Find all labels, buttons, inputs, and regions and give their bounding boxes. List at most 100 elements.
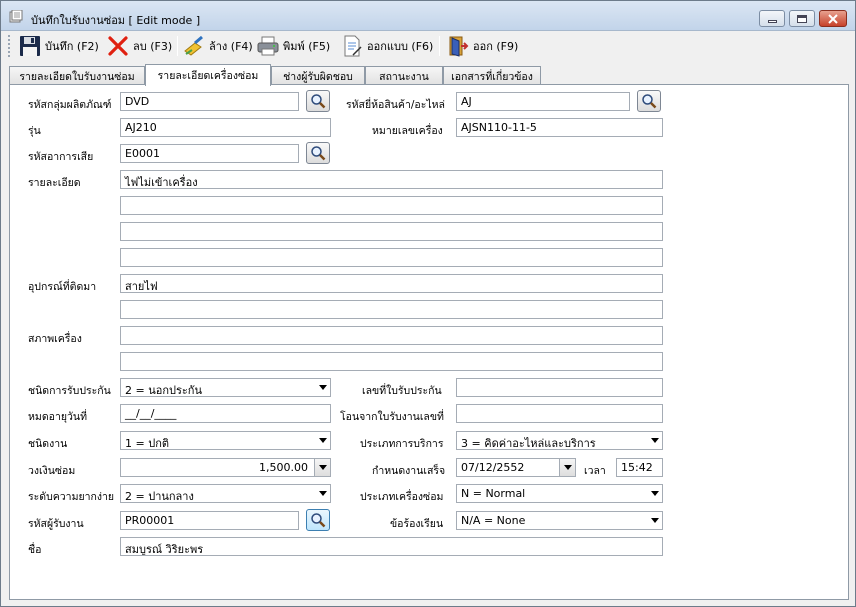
due-date-value: 07/12/2552	[461, 461, 525, 474]
dropdown-arrow-icon	[319, 385, 327, 390]
dropdown-arrow-icon	[651, 491, 659, 496]
warranty-no-field[interactable]	[456, 378, 663, 397]
close-icon	[828, 13, 838, 24]
minimize-icon	[767, 20, 777, 23]
maximize-button[interactable]	[789, 10, 815, 27]
details-line-3[interactable]	[120, 222, 663, 241]
due-date-field[interactable]: 07/12/2552	[456, 458, 576, 477]
due-date-dropdown-button[interactable]	[559, 459, 575, 476]
dropdown-arrow-icon	[651, 518, 659, 523]
condition-line-2[interactable]	[120, 352, 663, 371]
service-type-select[interactable]: 3 = คิดค่าอะไหล่และบริการ	[456, 431, 663, 450]
product-group-field[interactable]: DVD	[120, 92, 299, 111]
job-type-value: 1 = ปกติ	[125, 437, 169, 450]
tab-related-documents[interactable]: เอกสารที่เกี่ยวข้อง	[443, 66, 541, 85]
exit-label: ออก (F9)	[473, 40, 519, 53]
toolbar-grip[interactable]	[7, 34, 11, 58]
warranty-no-label: เลขที่ใบรับประกัน	[362, 385, 442, 397]
window-title: บันทึกใบรับงานซ่อม [ Edit mode ]	[31, 14, 201, 27]
due-time-field[interactable]: 15:42	[616, 458, 663, 477]
dropdown-arrow-icon	[319, 491, 327, 496]
repair-budget-field[interactable]: 1,500.00	[120, 458, 331, 477]
magnifier-icon	[642, 94, 657, 109]
warranty-type-select[interactable]: 2 = นอกประกัน	[120, 378, 331, 397]
condition-line-1[interactable]	[120, 326, 663, 345]
delete-x-icon	[108, 36, 128, 56]
exit-button[interactable]: ออก (F9)	[447, 34, 518, 58]
name-label: ชื่อ	[28, 544, 42, 556]
repair-machine-type-label: ประเภทเครื่องซ่อม	[360, 491, 444, 503]
floppy-disk-icon	[20, 36, 40, 56]
repair-budget-value: 1,500.00	[259, 461, 308, 474]
accessories-label: อุปกรณ์ที่ติดมา	[28, 281, 97, 293]
receiver-code-field[interactable]: PR00001	[120, 511, 299, 530]
repair-machine-type-select[interactable]: N = Normal	[456, 484, 663, 503]
job-type-label: ชนิดงาน	[28, 438, 68, 450]
magnifier-icon	[311, 146, 326, 161]
service-type-value: 3 = คิดค่าอะไหล่และบริการ	[461, 437, 596, 450]
app-window: บันทึกใบรับงานซ่อม [ Edit mode ] บันทึก …	[0, 0, 856, 607]
complaint-select[interactable]: N/A = None	[456, 511, 663, 530]
product-group-search-button[interactable]	[306, 90, 330, 112]
minimize-button[interactable]	[759, 10, 785, 27]
report-design-icon	[344, 35, 362, 57]
save-button[interactable]: บันทึก (F2)	[19, 34, 99, 58]
warranty-expiry-field[interactable]: __/__/____	[120, 404, 331, 423]
model-field[interactable]: AJ210	[120, 118, 331, 137]
tab-technician[interactable]: ช่างผู้รับผิดชอบ	[271, 66, 365, 85]
serial-no-field[interactable]: AJSN110-11-5	[456, 118, 663, 137]
toolbar-separator	[439, 36, 440, 56]
design-button[interactable]: ออกแบบ (F6)	[341, 34, 433, 58]
design-label: ออกแบบ (F6)	[367, 40, 434, 53]
toolbar: บันทึก (F2) ลบ (F3) ล้าง (F4) พิมพ์ (F5)…	[5, 31, 853, 61]
receiver-code-label: รหัสผู้รับงาน	[28, 518, 84, 530]
details-line-1[interactable]: ไฟไม่เข้าเครื่อง	[120, 170, 663, 189]
close-window-button[interactable]	[819, 10, 847, 27]
difficulty-select[interactable]: 2 = ปานกลาง	[120, 484, 331, 503]
print-button[interactable]: พิมพ์ (F5)	[257, 34, 330, 58]
maximize-icon	[797, 14, 807, 23]
delete-button[interactable]: ลบ (F3)	[107, 34, 172, 58]
repair-machine-type-value: N = Normal	[461, 487, 526, 500]
magnifier-icon	[311, 513, 326, 528]
symptom-code-field[interactable]: E0001	[120, 144, 299, 163]
save-label: บันทึก (F2)	[45, 40, 99, 53]
name-field[interactable]: สมบูรณ์ วิริยะพร	[120, 537, 663, 556]
broom-clear-icon	[184, 35, 203, 56]
receiver-code-search-button[interactable]	[306, 509, 330, 531]
transfer-from-label: โอนจากใบรับงานเลขที่	[340, 411, 444, 423]
product-group-label: รหัสกลุ่มผลิตภัณฑ์	[28, 99, 112, 111]
exit-door-icon	[449, 36, 469, 57]
due-time-label: เวลา	[584, 465, 606, 477]
accessories-line-1[interactable]: สายไฟ	[120, 274, 663, 293]
delete-label: ลบ (F3)	[133, 40, 173, 53]
dropdown-arrow-icon	[319, 438, 327, 443]
form-panel: รหัสกลุ่มผลิตภัณฑ์ DVD รหัสยี่ห้อสินค้า/…	[9, 84, 849, 600]
job-type-select[interactable]: 1 = ปกติ	[120, 431, 331, 450]
magnifier-icon	[311, 94, 326, 109]
model-label: รุ่น	[28, 125, 41, 137]
toolbar-separator	[177, 36, 178, 56]
details-label: รายละเอียด	[28, 177, 81, 189]
warranty-type-value: 2 = นอกประกัน	[125, 384, 202, 397]
symptom-code-search-button[interactable]	[306, 142, 330, 164]
transfer-from-field[interactable]	[456, 404, 663, 423]
tab-receipt-details[interactable]: รายละเอียดใบรับงานซ่อม	[9, 66, 145, 85]
condition-label: สภาพเครื่อง	[28, 333, 82, 345]
brand-code-search-button[interactable]	[637, 90, 661, 112]
repair-budget-dropdown-button[interactable]	[314, 459, 330, 476]
brand-code-field[interactable]: AJ	[456, 92, 630, 111]
app-icon	[9, 10, 23, 23]
due-date-label: กำหนดงานเสร็จ	[372, 465, 446, 477]
details-line-4[interactable]	[120, 248, 663, 267]
difficulty-value: 2 = ปานกลาง	[125, 490, 194, 503]
clear-button[interactable]: ล้าง (F4)	[183, 34, 253, 58]
details-line-2[interactable]	[120, 196, 663, 215]
tab-repair-machine-details[interactable]: รายละเอียดเครื่องซ่อม	[145, 64, 271, 86]
dropdown-arrow-icon	[651, 438, 659, 443]
printer-icon	[257, 36, 279, 56]
print-label: พิมพ์ (F5)	[283, 40, 331, 53]
tab-job-status[interactable]: สถานะงาน	[365, 66, 443, 85]
repair-budget-label: วงเงินซ่อม	[28, 465, 76, 477]
accessories-line-2[interactable]	[120, 300, 663, 319]
